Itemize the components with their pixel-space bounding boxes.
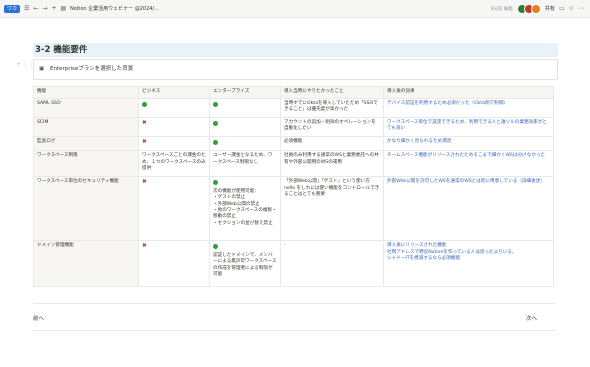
sidebar-toggle-icon[interactable]: ☰	[24, 3, 29, 14]
wanted-cell: 必須機能	[280, 135, 384, 152]
edited-time: 8分前 編集	[490, 6, 513, 12]
callout-icon: ▣	[39, 66, 45, 72]
next-page-link[interactable]: 次へ	[526, 314, 537, 322]
comment-icon[interactable]: ▭	[559, 3, 565, 14]
enterprise-detail: 次の機能が使用可能： ・ゲストの禁止 ・外部Web公開の禁止 ・他のワークスペー…	[213, 188, 277, 226]
enterprise-cell	[209, 117, 281, 137]
avatar-group[interactable]	[516, 3, 541, 14]
enterprise-cell	[209, 135, 281, 152]
feature-cell: ワークスペース単位のセキュリティ機能	[33, 176, 139, 242]
enterprise-cell: ユーザー課金となるため、ワークスペース制限なし	[209, 150, 281, 178]
add-icon[interactable]: +	[51, 3, 56, 14]
feature-cell: ドメイン管理機能	[33, 240, 139, 288]
column-header[interactable]: 機能	[33, 86, 139, 99]
business-cell: ワークスペースごとの課金のため、１つのワークスペースのみ提供	[138, 150, 210, 178]
feature-cell: SCIM	[33, 117, 139, 137]
check-icon	[213, 121, 218, 126]
feature-cell: 監査ログ	[33, 135, 139, 152]
table-row[interactable]: SAML SSO 当時すでにOktaを導入していたため「SSOできること」は優先…	[33, 98, 554, 118]
table-row[interactable]: ワークスペース制限 ワークスペースごとの課金のため、１つのワークスペースのみ提供…	[33, 150, 554, 178]
effect-cell: 導入後にリリースされた機能 社用アドレスで野良Notionを作っている人は思った…	[383, 240, 554, 288]
breadcrumb[interactable]: Notion 企業活用ウェビナー @2024/...	[70, 5, 159, 12]
effect-cell: 外部Web公開を許可したWSを通常のWSとは別に用意している（詳細後述）	[383, 176, 554, 242]
workspace-badge[interactable]: ワカ	[4, 4, 21, 13]
enterprise-detail: 認証したドメインで、メンバーによる無許可ワークスペースの作成を管理者による制限が…	[213, 252, 277, 278]
wanted-cell: -	[280, 240, 384, 288]
business-cell: ✖	[138, 240, 210, 288]
table-row[interactable]: ドメイン管理機能 ✖ 認証したドメインで、メンバーによる無許可ワークスペースの作…	[33, 240, 554, 288]
feature-cell: SAML SSO	[33, 98, 139, 118]
column-header[interactable]: 導入後の効果	[383, 86, 554, 99]
prev-page-link[interactable]: 前へ	[33, 314, 44, 322]
wanted-cell: 当時すでにOktaを導入していたため「SSOできること」は優先度が高かった	[280, 98, 384, 118]
business-cell: ✖	[138, 135, 210, 152]
callout-text: Enterpriseプランを選択した背景	[50, 66, 134, 72]
enterprise-cell	[209, 98, 281, 118]
avatar	[530, 3, 541, 14]
cross-icon: ✖	[142, 179, 147, 186]
table-row[interactable]: 監査ログ ✖ 必須機能 かなり細かく見られるため満足	[33, 135, 554, 152]
check-icon	[213, 180, 218, 186]
forward-icon[interactable]: →	[42, 3, 47, 14]
table-row[interactable]: ワークスペース単位のセキュリティ機能 ✖ 次の機能が使用可能： ・ゲストの禁止 …	[33, 176, 554, 242]
effect-cell: ワークスペース単位で設定できるため、利用できる人と誰ソルの業務効率がとても良い	[383, 117, 554, 137]
top-bar: ワカ ☰ ← → + ▤ Notion 企業活用ウェビナー @2024/... …	[0, 0, 590, 18]
favorite-icon[interactable]: ☆	[569, 3, 574, 14]
effect-cell: チームスペース機能がリリースされたためそこまで細かくWSは分けなかった	[383, 150, 554, 178]
wanted-cell: 社員のみ利用する通常のWSと業務委託への共有や外部公開用のWSの運用	[280, 150, 384, 178]
check-icon	[213, 140, 218, 145]
check-icon	[142, 102, 147, 107]
cross-icon: ✖	[142, 243, 147, 250]
table-row[interactable]: SCIM ✖ アカウントの追加・削除のオペレーションを自動化したい ワークスペー…	[33, 117, 554, 137]
divider	[33, 330, 556, 331]
callout-toggle[interactable]: ▣ Enterpriseプランを選択した背景	[33, 59, 558, 80]
business-cell	[138, 98, 210, 118]
cross-icon: ✖	[142, 120, 147, 126]
share-button[interactable]: 共有	[545, 5, 555, 12]
business-cell: ✖	[138, 117, 210, 137]
more-icon[interactable]: ⋯	[578, 3, 584, 14]
table-header-row: 機能 ビジネス エンタープライズ 導入当時にやりたかったこと 導入後の効果	[33, 86, 554, 99]
page-icon: ▤	[60, 5, 67, 12]
wanted-cell: アカウントの追加・削除のオペレーションを自動化したい	[280, 117, 384, 137]
section-heading: 3-2 機能要件	[33, 43, 558, 57]
column-header[interactable]: エンタープライズ	[209, 86, 281, 99]
check-icon	[213, 244, 218, 250]
column-header[interactable]: 導入当時にやりたかったこと	[280, 86, 384, 99]
wanted-cell: 「外部Web公開」「ゲスト」という使い方 nello をしれには使い機能をコント…	[280, 176, 384, 242]
divider	[33, 303, 556, 304]
column-header[interactable]: ビジネス	[138, 86, 210, 99]
effect-cell: デバイス認証を利用するため必須だった（Okta側で制御）	[383, 98, 554, 118]
enterprise-cell: 次の機能が使用可能： ・ゲストの禁止 ・外部Web公開の禁止 ・他のワークスペー…	[209, 176, 281, 242]
cross-icon: ✖	[142, 139, 147, 145]
effect-cell: かなり細かく見られるため満足	[383, 135, 554, 152]
business-cell: ✖	[138, 176, 210, 242]
feature-cell: ワークスペース制限	[33, 150, 139, 178]
back-icon[interactable]: ←	[33, 3, 38, 14]
check-icon	[213, 102, 218, 107]
enterprise-cell: 認証したドメインで、メンバーによる無許可ワークスペースの作成を管理者による制限が…	[209, 240, 281, 288]
feature-table: 機能 ビジネス エンタープライズ 導入当時にやりたかったこと 導入後の効果 SA…	[33, 86, 554, 288]
